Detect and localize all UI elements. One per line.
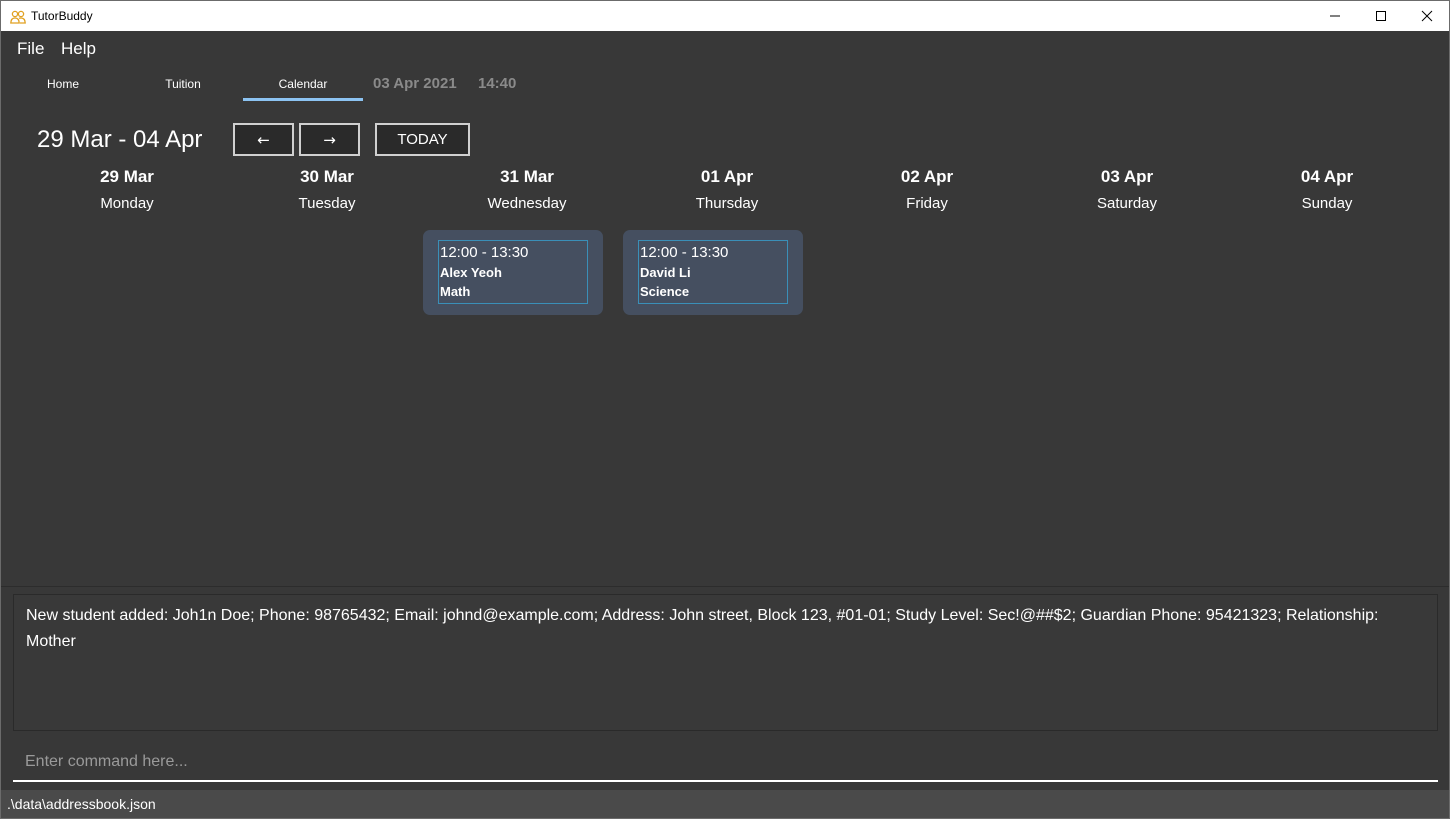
tab-home[interactable]: Home (3, 67, 123, 101)
current-time: 14:40 (478, 75, 517, 92)
day-date: 30 Mar (300, 167, 354, 186)
tab-tuition[interactable]: Tuition (123, 67, 243, 101)
menu-bar: File Help (1, 31, 1449, 67)
day-name: Monday (100, 195, 154, 212)
divider (1, 586, 1449, 587)
day-name: Sunday (1301, 195, 1353, 212)
next-week-button[interactable]: → (299, 123, 360, 156)
event-time: 12:00 - 13:30 (440, 244, 529, 261)
day-name: Friday (906, 195, 948, 212)
app-window: TutorBuddy File Help Home Tuition Calend… (0, 0, 1450, 819)
day-date: 31 Mar (500, 167, 554, 186)
minimize-icon (1329, 7, 1341, 26)
event-card[interactable]: 12:00 - 13:30 David Li Science (623, 230, 803, 315)
day-column-saturday: 03 Apr Saturday (1027, 167, 1227, 212)
day-date: 01 Apr (700, 167, 754, 186)
event-card[interactable]: 12:00 - 13:30 Alex Yeoh Math (423, 230, 603, 315)
maximize-icon (1375, 7, 1387, 26)
day-date: 02 Apr (900, 167, 954, 186)
event-student: Alex Yeoh (440, 265, 502, 280)
people-icon (10, 9, 26, 24)
command-input[interactable] (13, 744, 1438, 782)
day-date: 29 Mar (100, 167, 154, 186)
menu-help[interactable]: Help (61, 39, 96, 59)
title-bar: TutorBuddy (1, 1, 1449, 31)
day-column-sunday: 04 Apr Sunday (1227, 167, 1427, 212)
event-student: David Li (640, 265, 691, 280)
maximize-button[interactable] (1358, 1, 1404, 31)
close-button[interactable] (1404, 1, 1450, 31)
save-file-path: .\data\addressbook.json (7, 796, 156, 812)
day-column-thursday: 01 Apr Thursday (627, 167, 827, 212)
minimize-button[interactable] (1312, 1, 1358, 31)
event-details: 12:00 - 13:30 Alex Yeoh Math (438, 240, 588, 304)
day-name: Saturday (1096, 195, 1158, 212)
tab-calendar[interactable]: Calendar (243, 67, 363, 101)
day-name: Thursday (695, 195, 759, 212)
day-column-friday: 02 Apr Friday (827, 167, 1027, 212)
event-details: 12:00 - 13:30 David Li Science (638, 240, 788, 304)
today-button[interactable]: TODAY (375, 123, 470, 156)
event-time: 12:00 - 13:30 (640, 244, 729, 261)
day-date: 04 Apr (1300, 167, 1354, 186)
previous-week-button[interactable]: ← (233, 123, 294, 156)
event-subject: Math (440, 284, 471, 299)
close-icon (1421, 7, 1433, 26)
result-display[interactable]: New student added: Joh1n Doe; Phone: 987… (13, 594, 1438, 731)
day-column-tuesday: 30 Mar Tuesday (227, 167, 427, 212)
day-name: Tuesday (298, 195, 356, 212)
menu-file[interactable]: File (17, 39, 44, 59)
day-name: Wednesday (487, 195, 567, 212)
day-column-monday: 29 Mar Monday (27, 167, 227, 212)
day-date: 03 Apr (1100, 167, 1154, 186)
status-bar: .\data\addressbook.json (1, 790, 1449, 818)
current-date: 03 Apr 2021 (373, 75, 457, 92)
day-column-wednesday: 31 Mar Wednesday (427, 167, 627, 212)
window-title: TutorBuddy (31, 9, 93, 23)
event-subject: Science (640, 284, 690, 299)
week-range-title: 29 Mar - 04 Apr (37, 126, 203, 153)
